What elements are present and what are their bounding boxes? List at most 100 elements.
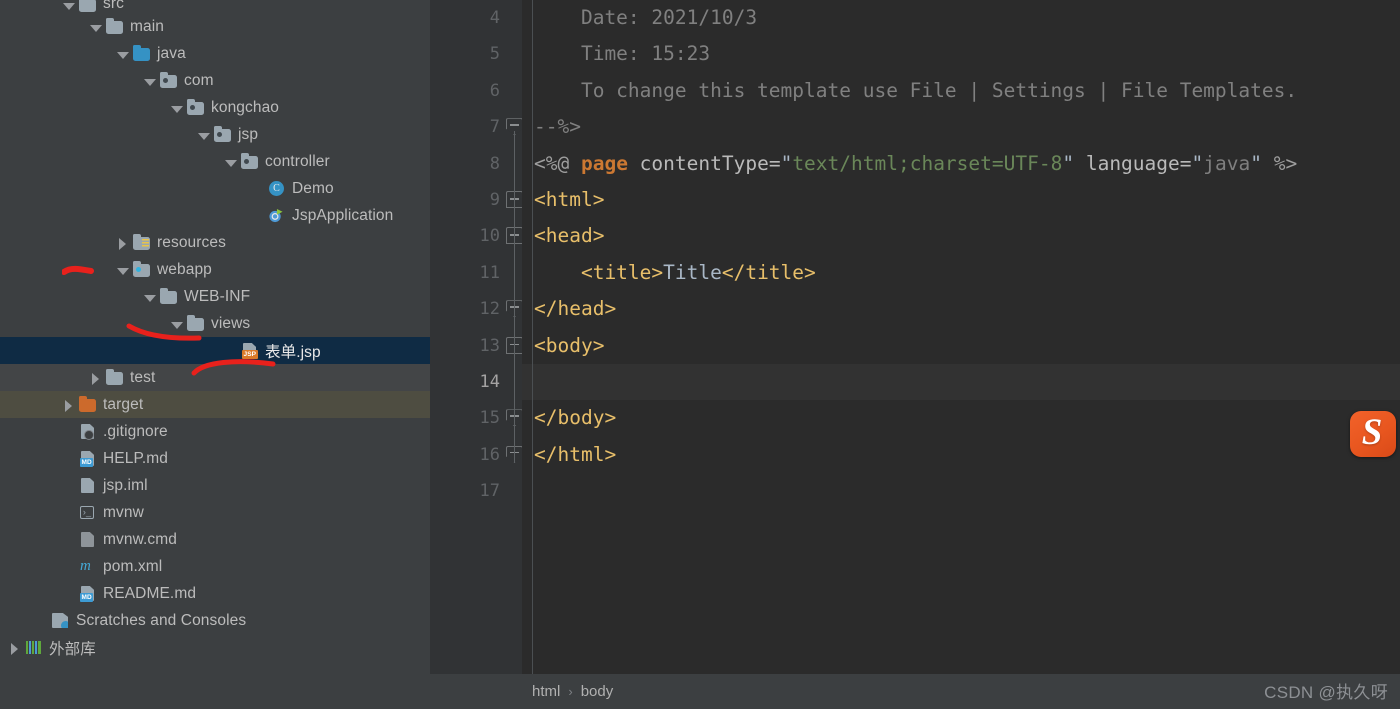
- tree-row[interactable]: 外部库: [0, 634, 430, 661]
- chevron-down-icon[interactable]: [60, 0, 76, 13]
- sources-folder-icon: [132, 45, 152, 62]
- tree-row[interactable]: src: [0, 0, 430, 13]
- tree-item-label: main: [125, 18, 164, 36]
- tree-row[interactable]: jsp: [0, 121, 430, 148]
- tree-spacer: [222, 343, 238, 359]
- tree-row[interactable]: CDemo: [0, 175, 430, 202]
- spring-boot-class-icon: [267, 207, 287, 224]
- tree-row[interactable]: resources: [0, 229, 430, 256]
- code-token: Title: [663, 261, 722, 284]
- tree-row[interactable]: mpom.xml: [0, 553, 430, 580]
- code-line[interactable]: <%@ page contentType="text/html;charset=…: [522, 146, 1400, 182]
- code-line[interactable]: To change this template use File | Setti…: [522, 73, 1400, 109]
- code-line[interactable]: [522, 473, 1400, 509]
- tree-item-label: README.md: [98, 585, 196, 603]
- code-token: <%@: [534, 152, 581, 175]
- code-line[interactable]: Date: 2021/10/3: [522, 0, 1400, 36]
- indent-guide: [532, 0, 533, 674]
- tree-item-label: controller: [260, 153, 330, 171]
- code-line[interactable]: Time: 15:23: [522, 36, 1400, 72]
- sogou-input-method-logo[interactable]: S: [1344, 406, 1400, 462]
- project-tool-window[interactable]: src main java com kongchao jsp controller CDemo…: [0, 0, 430, 709]
- package-icon: [240, 153, 260, 170]
- tree-row[interactable]: kongchao: [0, 94, 430, 121]
- logo-letter: S: [1344, 406, 1400, 462]
- tree-item-label: Demo: [287, 180, 334, 198]
- chevron-down-icon[interactable]: [87, 19, 103, 35]
- code-token: Time: 15:23: [534, 42, 710, 65]
- code-token: To change this template use File | Setti…: [534, 79, 1297, 102]
- editor-pane[interactable]: 4567891011121314151617 Date: 2021/10/3 T…: [430, 0, 1400, 709]
- code-token: <head>: [534, 224, 604, 247]
- chevron-down-icon[interactable]: [141, 73, 157, 89]
- code-line[interactable]: --%>: [522, 109, 1400, 145]
- breadcrumb-item[interactable]: html: [532, 683, 560, 700]
- code-line[interactable]: <body>: [522, 328, 1400, 364]
- chevron-down-icon[interactable]: [168, 316, 184, 332]
- code-token: </head>: [534, 297, 616, 320]
- code-area[interactable]: Date: 2021/10/3 Time: 15:23 To change th…: [522, 0, 1400, 674]
- code-line[interactable]: </head>: [522, 291, 1400, 327]
- code-line[interactable]: </html>: [522, 437, 1400, 473]
- code-line[interactable]: [522, 364, 1400, 400]
- code-token: ": [1062, 152, 1074, 175]
- chevron-down-icon[interactable]: [195, 127, 211, 143]
- package-icon: [186, 99, 206, 116]
- project-tree-list[interactable]: src main java com kongchao jsp controller CDemo…: [0, 0, 430, 661]
- tree-row[interactable]: java: [0, 40, 430, 67]
- tree-spacer: [33, 613, 49, 629]
- chevron-right-icon[interactable]: [60, 397, 76, 413]
- jsp-file-icon: JSP: [240, 342, 260, 359]
- tree-row[interactable]: webapp: [0, 256, 430, 283]
- tree-row[interactable]: MDREADME.md: [0, 580, 430, 607]
- chevron-down-icon[interactable]: [168, 100, 184, 116]
- code-line[interactable]: <head>: [522, 218, 1400, 254]
- tree-item-label: webapp: [152, 261, 212, 279]
- tree-row[interactable]: .gitignore: [0, 418, 430, 445]
- tree-row[interactable]: ›_mvnw: [0, 499, 430, 526]
- code-token: ": [781, 152, 793, 175]
- tree-item-label: Scratches and Consoles: [71, 612, 246, 630]
- chevron-down-icon[interactable]: [114, 46, 130, 62]
- tree-row[interactable]: target: [0, 391, 430, 418]
- tree-row[interactable]: JSP表单.jsp: [0, 337, 430, 364]
- fold-stem: [514, 131, 515, 463]
- resources-folder-icon: [132, 234, 152, 251]
- tree-row[interactable]: mvnw.cmd: [0, 526, 430, 553]
- chevron-down-icon[interactable]: [141, 289, 157, 305]
- chevron-right-icon[interactable]: [6, 640, 22, 656]
- chevron-down-icon[interactable]: [114, 262, 130, 278]
- tree-row[interactable]: views: [0, 310, 430, 337]
- code-token: text/html;charset=UTF-8: [792, 152, 1062, 175]
- csdn-watermark: CSDN @执久呀: [1264, 678, 1388, 703]
- tree-row[interactable]: MDHELP.md: [0, 445, 430, 472]
- tree-spacer: [60, 451, 76, 467]
- code-token: --%>: [534, 115, 581, 138]
- code-line[interactable]: </body>: [522, 400, 1400, 436]
- tree-row[interactable]: test: [0, 364, 430, 391]
- chevron-down-icon[interactable]: [222, 154, 238, 170]
- chevron-right-icon[interactable]: [114, 235, 130, 251]
- tree-row[interactable]: controller: [0, 148, 430, 175]
- tree-item-label: kongchao: [206, 99, 279, 117]
- tree-spacer: [60, 505, 76, 521]
- cmd-file-icon: [78, 531, 98, 548]
- tree-row[interactable]: WEB-INF: [0, 283, 430, 310]
- tree-row[interactable]: jsp.iml: [0, 472, 430, 499]
- line-number: 14: [430, 364, 522, 400]
- tree-item-label: .gitignore: [98, 423, 168, 441]
- tree-item-label: java: [152, 45, 186, 63]
- tree-item-label: 外部库: [44, 637, 96, 659]
- tree-item-label: test: [125, 369, 155, 387]
- editor-gutter[interactable]: 4567891011121314151617: [430, 0, 522, 674]
- scratches-icon: [51, 612, 71, 629]
- tree-row[interactable]: com: [0, 67, 430, 94]
- tree-row[interactable]: Scratches and Consoles: [0, 607, 430, 634]
- code-line[interactable]: <html>: [522, 182, 1400, 218]
- breadcrumb-item[interactable]: body: [581, 683, 614, 700]
- chevron-right-icon[interactable]: [87, 370, 103, 386]
- tree-row[interactable]: main: [0, 13, 430, 40]
- breadcrumb[interactable]: html›body: [430, 674, 1400, 709]
- code-line[interactable]: <title>Title</title>: [522, 255, 1400, 291]
- tree-row[interactable]: JspApplication: [0, 202, 430, 229]
